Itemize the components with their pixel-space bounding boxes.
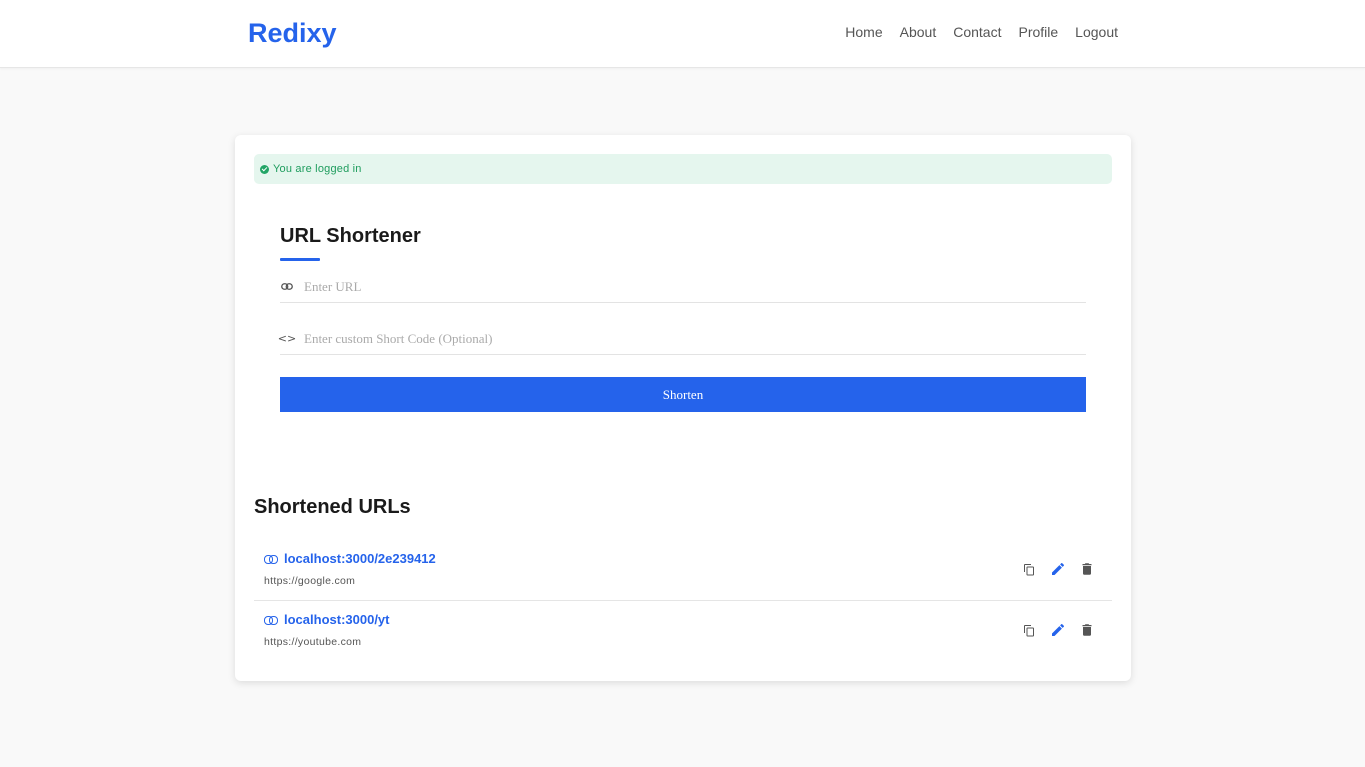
nav-link-profile[interactable]: Profile	[1018, 24, 1058, 41]
nav-links: Home About Contact Profile Logout	[845, 24, 1118, 41]
item-actions	[1022, 562, 1094, 576]
original-url: https://google.com	[264, 575, 356, 587]
short-link[interactable]: localhost:3000/yt	[264, 612, 390, 627]
alert-text: You are logged in	[273, 163, 362, 175]
short-code-input[interactable]	[304, 323, 1086, 354]
nav-link-contact[interactable]: Contact	[953, 24, 1001, 41]
delete-icon[interactable]	[1080, 623, 1094, 637]
link-icon	[264, 616, 278, 625]
login-alert: You are logged in	[254, 154, 1112, 184]
link-icon	[280, 283, 294, 290]
edit-icon[interactable]	[1051, 623, 1065, 637]
list-item: localhost:3000/yt https://youtube.com	[254, 601, 1112, 662]
check-circle-icon	[260, 164, 269, 174]
nav-link-logout[interactable]: Logout	[1075, 24, 1118, 41]
short-url-text: localhost:3000/2e239412	[284, 551, 436, 566]
copy-icon[interactable]	[1022, 623, 1036, 637]
shorten-button[interactable]: Shorten	[280, 377, 1086, 412]
main-card: You are logged in URL Shortener <> Short…	[235, 135, 1131, 681]
delete-icon[interactable]	[1080, 562, 1094, 576]
title-underline	[280, 258, 320, 261]
original-url: https://youtube.com	[264, 636, 362, 648]
nav-link-home[interactable]: Home	[845, 24, 882, 41]
short-code-field: <>	[277, 323, 1086, 355]
code-icon: <>	[277, 332, 297, 345]
form-title: URL Shortener	[280, 225, 421, 247]
navbar: Redixy Home About Contact Profile Logout	[0, 0, 1365, 68]
list-title: Shortened URLs	[254, 496, 411, 518]
nav-link-about[interactable]: About	[900, 24, 937, 41]
brand-logo[interactable]: Redixy	[248, 17, 337, 49]
url-field	[280, 271, 1086, 303]
short-url-text: localhost:3000/yt	[284, 612, 390, 627]
url-list: localhost:3000/2e239412 https://google.c…	[254, 540, 1112, 662]
url-input[interactable]	[304, 271, 1086, 302]
edit-icon[interactable]	[1051, 562, 1065, 576]
copy-icon[interactable]	[1022, 562, 1036, 576]
item-actions	[1022, 623, 1094, 637]
link-icon	[264, 555, 278, 564]
short-link[interactable]: localhost:3000/2e239412	[264, 551, 436, 566]
list-item: localhost:3000/2e239412 https://google.c…	[254, 540, 1112, 601]
